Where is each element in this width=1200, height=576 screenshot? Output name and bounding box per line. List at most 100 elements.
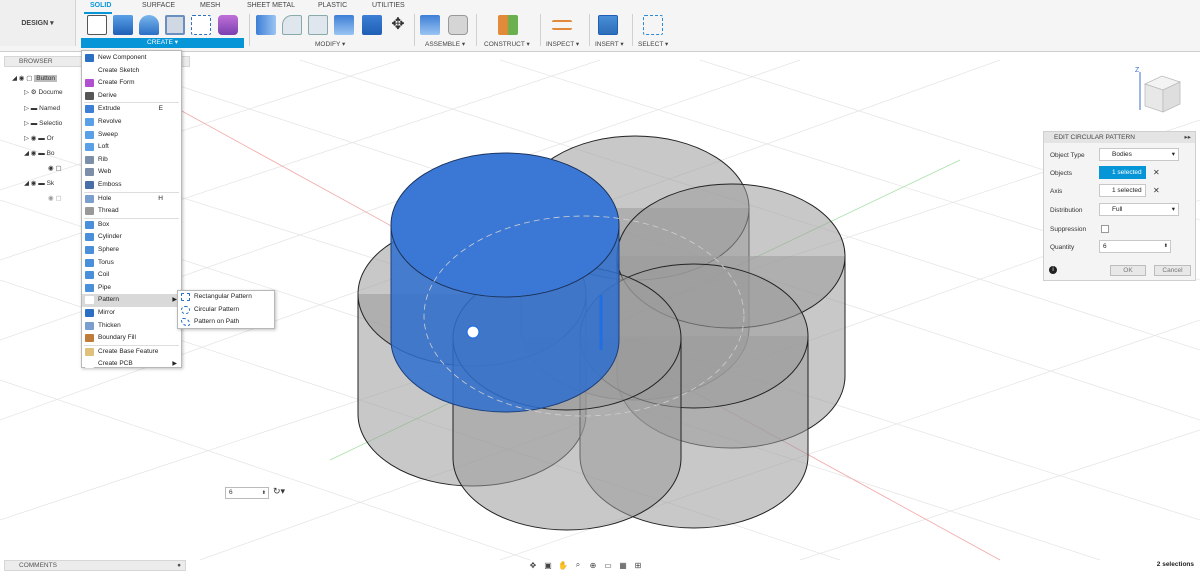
modify-group-dropdown[interactable]: MODIFY ▾ — [315, 40, 345, 48]
tab-surface[interactable]: SURFACE — [142, 2, 175, 9]
insert-group-dropdown[interactable]: INSERT ▾ — [595, 40, 624, 48]
menu-item-sphere[interactable]: Sphere — [82, 244, 181, 257]
offset-plane-icon[interactable] — [498, 15, 518, 35]
info-icon[interactable]: i — [1049, 266, 1057, 274]
menu-item-mirror[interactable]: Mirror — [82, 307, 181, 320]
menu-item-create-form[interactable]: Create Form — [82, 77, 181, 90]
stepper-icon[interactable]: ⬍ — [262, 488, 266, 498]
quantity-input[interactable]: 6 ⬍ — [1099, 240, 1171, 253]
browser-row-origin[interactable]: ▷ ◉ ▬ Or — [24, 133, 54, 145]
menu-item-hole[interactable]: Hole H — [82, 193, 181, 206]
construct-group-dropdown[interactable]: CONSTRUCT ▾ — [484, 40, 530, 48]
viewports-icon[interactable]: ⊞ — [632, 559, 644, 571]
revolve-icon[interactable] — [139, 15, 159, 35]
menu-item-cylinder[interactable]: Cylinder — [82, 231, 181, 244]
floating-quantity-input[interactable]: 6 ⬍ — [225, 487, 269, 499]
insert-image-icon[interactable] — [598, 15, 618, 35]
distribution-type-icon[interactable]: ↻▾ — [273, 486, 285, 497]
tab-sheet-metal[interactable]: SHEET METAL — [247, 2, 295, 9]
menu-item-thicken[interactable]: Thicken — [82, 320, 181, 333]
menu-item-loft[interactable]: Loft — [82, 141, 181, 154]
menu-item-pattern-on-path[interactable]: Pattern on Path — [178, 316, 274, 329]
browser-row-body-1[interactable]: ◉ ▢ — [48, 163, 62, 175]
create-form-icon[interactable] — [218, 15, 238, 35]
suppression-checkbox[interactable] — [1101, 225, 1109, 233]
expand-icon[interactable]: ▸▸ — [1184, 132, 1191, 143]
hole-icon[interactable] — [165, 15, 185, 35]
combine-icon[interactable] — [362, 15, 382, 35]
grid-settings-icon[interactable]: ▦ — [617, 559, 629, 571]
tab-plastic[interactable]: PLASTIC — [318, 2, 347, 9]
objects-selector[interactable]: 1 selected — [1099, 166, 1146, 179]
menu-item-create-base-feature[interactable]: Create Base Feature — [82, 346, 181, 359]
move-icon[interactable]: ✥ — [388, 15, 408, 35]
menu-item-revolve[interactable]: Revolve — [82, 116, 181, 129]
menu-item-create-sketch[interactable]: Create Sketch — [82, 65, 181, 78]
pattern-icon[interactable] — [191, 15, 211, 35]
browser-row-selection-sets[interactable]: ▷ ▬ Selectio — [24, 118, 62, 130]
menu-item-emboss[interactable]: Emboss — [82, 179, 181, 192]
menu-item-rectangular-pattern[interactable]: Rectangular Pattern — [178, 291, 274, 304]
ok-label: OK — [1123, 267, 1133, 274]
comments-panel[interactable]: COMMENTS ● — [4, 560, 186, 571]
menu-item-box[interactable]: Box — [82, 219, 181, 232]
new-component-icon[interactable] — [420, 15, 440, 35]
tab-utilities[interactable]: UTILITIES — [372, 2, 405, 9]
ok-button[interactable]: OK — [1110, 265, 1146, 276]
clear-axis-icon[interactable]: ✕ — [1153, 186, 1160, 195]
menu-item-circular-pattern[interactable]: Circular Pattern — [178, 304, 274, 317]
object-type-select[interactable]: Bodies ▾ — [1099, 148, 1179, 161]
look-at-icon[interactable]: ▣ — [542, 559, 554, 571]
menu-item-create-pcb[interactable]: Create PCB ▶ — [82, 358, 181, 371]
create-sketch-icon[interactable] — [87, 15, 107, 35]
view-cube[interactable]: Z — [1135, 67, 1182, 113]
fillet-icon[interactable] — [282, 15, 302, 35]
orbit-icon[interactable]: ✥ — [527, 559, 539, 571]
menu-item-new-component[interactable]: New Component — [82, 52, 181, 65]
browser-row-sketch-1[interactable]: ◉ ▢ — [48, 193, 62, 205]
clear-objects-icon[interactable]: ✕ — [1153, 168, 1160, 177]
menu-item-derive[interactable]: Derive — [82, 90, 181, 103]
rotation-manipulator-icon[interactable] — [466, 325, 480, 339]
distribution-select[interactable]: Full ▾ — [1099, 203, 1179, 216]
inspect-group-dropdown[interactable]: INSPECT ▾ — [546, 40, 579, 48]
select-icon[interactable] — [643, 15, 663, 35]
menu-item-rib[interactable]: Rib — [82, 154, 181, 167]
menu-item-torus[interactable]: Torus — [82, 257, 181, 270]
shell-icon[interactable] — [334, 15, 354, 35]
extrude-icon[interactable] — [113, 15, 133, 35]
tab-mesh[interactable]: MESH — [200, 2, 220, 9]
create-group-dropdown[interactable]: CREATE ▾ — [81, 38, 244, 48]
add-comment-icon[interactable]: ● — [177, 561, 181, 570]
menu-item-boundary-fill[interactable]: Boundary Fill — [82, 332, 181, 345]
zoom-icon[interactable]: ⌕ — [572, 559, 584, 571]
fit-icon[interactable]: ⊕ — [587, 559, 599, 571]
select-group-dropdown[interactable]: SELECT ▾ — [638, 40, 668, 48]
chamfer-icon[interactable] — [308, 15, 328, 35]
browser-row-bodies[interactable]: ◢ ◉ ▬ Bo — [24, 148, 55, 160]
dialog-header[interactable]: EDIT CIRCULAR PATTERN ▸▸ — [1044, 132, 1195, 143]
joint-icon[interactable] — [448, 15, 468, 35]
menu-item-sweep[interactable]: Sweep — [82, 129, 181, 142]
menu-item-pipe[interactable]: Pipe — [82, 282, 181, 295]
pan-icon[interactable]: ✋ — [557, 559, 569, 571]
menu-item-web[interactable]: Web — [82, 166, 181, 179]
menu-item-coil[interactable]: Coil — [82, 269, 181, 282]
browser-row-sketches[interactable]: ◢ ◉ ▬ Sk — [24, 178, 54, 190]
assemble-group-dropdown[interactable]: ASSEMBLE ▾ — [425, 40, 465, 48]
cancel-button[interactable]: Cancel — [1154, 265, 1191, 276]
menu-item-pattern[interactable]: Pattern ▶ — [82, 294, 181, 307]
browser-row-document-settings[interactable]: ▷ ⚙ Docume — [24, 87, 63, 99]
display-settings-icon[interactable]: ▭ — [602, 559, 614, 571]
tab-solid[interactable]: SOLID — [90, 2, 111, 9]
stepper-icon[interactable]: ⬍ — [1164, 241, 1168, 252]
browser-row-named-views[interactable]: ▷ ▬ Named — [24, 103, 60, 115]
design-workspace-button[interactable]: DESIGN ▾ — [0, 0, 76, 46]
measure-icon[interactable] — [552, 20, 572, 30]
menu-item-extrude[interactable]: Extrude E — [82, 103, 181, 116]
axis-selector[interactable]: 1 selected — [1099, 184, 1146, 197]
browser-row-root[interactable]: ◢ ◉ ▢ Button — [12, 73, 58, 85]
menu-item-thread[interactable]: Thread — [82, 205, 181, 218]
press-pull-icon[interactable] — [256, 15, 276, 35]
selected-body[interactable] — [390, 152, 620, 413]
